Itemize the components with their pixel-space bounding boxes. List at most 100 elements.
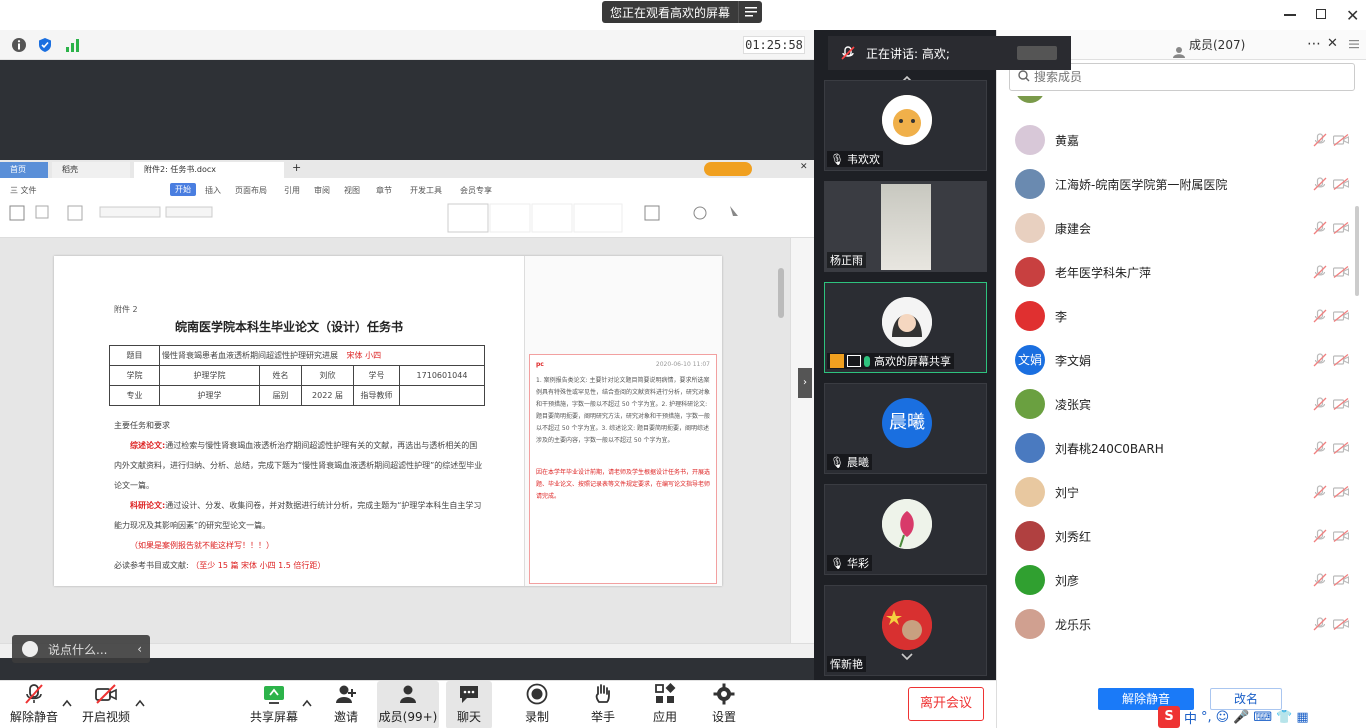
leave-meeting-button[interactable]: 离开会议 bbox=[908, 687, 984, 721]
meeting-toolbar: 解除静音 开启视频 共享屏幕 邀请 成员(99+) 聊天 录制 举手 应用 设置 bbox=[0, 680, 996, 728]
muted-mic-icon[interactable] bbox=[1313, 265, 1327, 279]
collapse-chevron-icon[interactable]: ‹ bbox=[137, 642, 142, 656]
video-off-icon[interactable] bbox=[1333, 310, 1349, 322]
scroll-down-chevron-icon[interactable] bbox=[899, 650, 915, 664]
member-search-input[interactable] bbox=[1034, 70, 1334, 84]
hand-icon bbox=[595, 684, 610, 703]
invite-button[interactable]: 邀请 bbox=[326, 681, 366, 728]
share-banner-text: 您正在观看高欢的屏幕 bbox=[610, 5, 731, 20]
refs-note: （至少 15 篇 宋体 小四 1.5 倍行距） bbox=[191, 561, 326, 570]
close-panel-icon[interactable]: ✕ bbox=[1327, 36, 1338, 51]
apps-grid-icon bbox=[655, 683, 676, 703]
close-window-icon[interactable]: ✕ bbox=[1346, 6, 1359, 25]
member-row[interactable]: 凌张宾 bbox=[997, 382, 1353, 426]
video-off-icon[interactable] bbox=[1333, 530, 1349, 542]
video-off-icon[interactable] bbox=[1333, 222, 1349, 234]
muted-mic-icon[interactable] bbox=[1313, 309, 1327, 323]
banner-menu-icon[interactable] bbox=[738, 1, 762, 23]
wps-login-badge bbox=[704, 162, 752, 176]
video-off-icon[interactable] bbox=[1333, 178, 1349, 190]
minimize-icon[interactable] bbox=[1284, 14, 1296, 16]
participant-avatar bbox=[882, 95, 932, 145]
video-tile[interactable]: 晨曦 🎙 晨曦 bbox=[824, 383, 987, 474]
record-button[interactable]: 录制 bbox=[518, 681, 556, 728]
muted-mic-icon[interactable] bbox=[1313, 133, 1327, 147]
share-banner[interactable]: 您正在观看高欢的屏幕 bbox=[602, 1, 763, 23]
chevron-up-icon[interactable] bbox=[62, 699, 72, 707]
video-tile[interactable]: 🎙 韦欢欢 bbox=[824, 80, 987, 171]
refs-label: 必读参考书目或文献: bbox=[114, 561, 189, 570]
security-shield-icon[interactable] bbox=[37, 37, 53, 53]
meeting-timer: 01:25:58 bbox=[743, 36, 805, 54]
emoji-icon[interactable] bbox=[22, 641, 38, 657]
chat-quick-input[interactable]: 说点什么... ‹ bbox=[12, 635, 150, 663]
video-tile[interactable]: 杨正雨 bbox=[824, 181, 987, 272]
restore-icon[interactable] bbox=[1316, 9, 1326, 19]
chevron-up-icon[interactable] bbox=[135, 699, 145, 707]
member-row[interactable]: 老年医学科朱广萍 bbox=[997, 250, 1353, 294]
tile-name: 恽新艳 bbox=[827, 656, 866, 672]
expand-side-icon[interactable]: › bbox=[798, 368, 812, 398]
info-icon[interactable] bbox=[11, 37, 27, 53]
muted-mic-icon[interactable] bbox=[1313, 177, 1327, 191]
unmute-button[interactable]: 解除静音 bbox=[8, 681, 60, 728]
member-list-scrollbar[interactable] bbox=[1355, 206, 1359, 296]
wps-document-area: 附件 2 皖南医学院本科生毕业论文（设计）任务书 题目 慢性肾衰竭患者血液透析期… bbox=[0, 238, 790, 643]
panel-menu-icon[interactable] bbox=[1349, 38, 1359, 49]
member-row[interactable]: 刘宁 bbox=[997, 470, 1353, 514]
muted-mic-icon[interactable] bbox=[1313, 441, 1327, 455]
raise-hand-button[interactable]: 举手 bbox=[584, 681, 622, 728]
muted-mic-icon[interactable] bbox=[1313, 529, 1327, 543]
member-row[interactable]: 刘彦 bbox=[997, 558, 1353, 602]
table-cell: 慢性肾衰竭患者血液透析期间超滤性护理研究进展 宋体 小四 bbox=[159, 345, 485, 366]
member-avatar bbox=[1015, 433, 1045, 463]
video-off-icon[interactable] bbox=[1333, 266, 1349, 278]
video-off-icon[interactable] bbox=[1333, 134, 1349, 146]
table-cell: 姓名 bbox=[259, 365, 302, 386]
member-row[interactable]: 江海娇-皖南医学院第一附属医院 bbox=[997, 162, 1353, 206]
member-row[interactable]: 黄嘉 bbox=[997, 118, 1353, 162]
video-off-icon[interactable] bbox=[1333, 442, 1349, 454]
member-row[interactable]: 刘春桃240C0BARH bbox=[997, 426, 1353, 470]
start-video-button[interactable]: 开启视频 bbox=[80, 681, 132, 728]
member-row[interactable]: 刘秀红 bbox=[997, 514, 1353, 558]
member-list: 黄嘉江海娇-皖南医学院第一附属医院康建会 老年医学科朱广萍李文娟 李文娟 凌张宾 刘春桃… bbox=[997, 96, 1366, 672]
muted-mic-icon[interactable] bbox=[1313, 485, 1327, 499]
muted-mic-icon[interactable] bbox=[1313, 221, 1327, 235]
video-off-icon[interactable] bbox=[1333, 354, 1349, 366]
muted-mic-icon[interactable] bbox=[1313, 353, 1327, 367]
chevron-up-icon[interactable] bbox=[302, 699, 312, 707]
muted-mic-icon[interactable] bbox=[1313, 397, 1327, 411]
apps-button[interactable]: 应用 bbox=[646, 681, 684, 728]
member-row[interactable]: 龙乐乐 bbox=[997, 602, 1353, 646]
video-off-icon[interactable] bbox=[1333, 618, 1349, 630]
raise-hand-label: 举手 bbox=[590, 710, 615, 724]
wps-tab-home: 首页 bbox=[0, 162, 48, 178]
tile-name-text: 杨正雨 bbox=[830, 254, 863, 267]
settings-button[interactable]: 设置 bbox=[705, 681, 743, 728]
add-user-icon bbox=[336, 685, 356, 703]
wps-tab-document: 附件2: 任务书.docx bbox=[134, 162, 284, 178]
member-row[interactable]: 康建会 bbox=[997, 206, 1353, 250]
member-row[interactable]: 文娟 李文娟 bbox=[997, 338, 1353, 382]
member-name: 江海娇-皖南医学院第一附属医院 bbox=[1055, 178, 1228, 192]
wps-close-icon: ✕ bbox=[800, 162, 808, 172]
muted-mic-icon[interactable] bbox=[1313, 573, 1327, 587]
muted-mic-icon[interactable] bbox=[1313, 617, 1327, 631]
member-avatar: 文娟 bbox=[1015, 345, 1045, 375]
members-button[interactable]: 成员(99+) bbox=[377, 681, 439, 728]
video-off-icon[interactable] bbox=[1333, 574, 1349, 586]
more-options-icon[interactable]: ⋯ bbox=[1307, 36, 1321, 52]
signal-icon[interactable] bbox=[65, 37, 81, 53]
video-off-icon[interactable] bbox=[1333, 398, 1349, 410]
video-off-icon[interactable] bbox=[1333, 486, 1349, 498]
video-tile[interactable]: 🎙 华彩 bbox=[824, 484, 987, 575]
tab-members[interactable]: 成员(207) bbox=[1169, 30, 1245, 60]
member-row[interactable]: 李 bbox=[997, 294, 1353, 338]
wps-menu-item: 开发工具 bbox=[410, 186, 442, 195]
chat-button[interactable]: 聊天 bbox=[446, 681, 492, 728]
share-screen-button[interactable]: 共享屏幕 bbox=[248, 681, 300, 728]
member-row[interactable] bbox=[997, 96, 1353, 110]
video-tile-active[interactable]: 高欢的屏幕共享 bbox=[824, 282, 987, 373]
document-page: 附件 2 皖南医学院本科生毕业论文（设计）任务书 题目 慢性肾衰竭患者血液透析期… bbox=[54, 256, 722, 586]
